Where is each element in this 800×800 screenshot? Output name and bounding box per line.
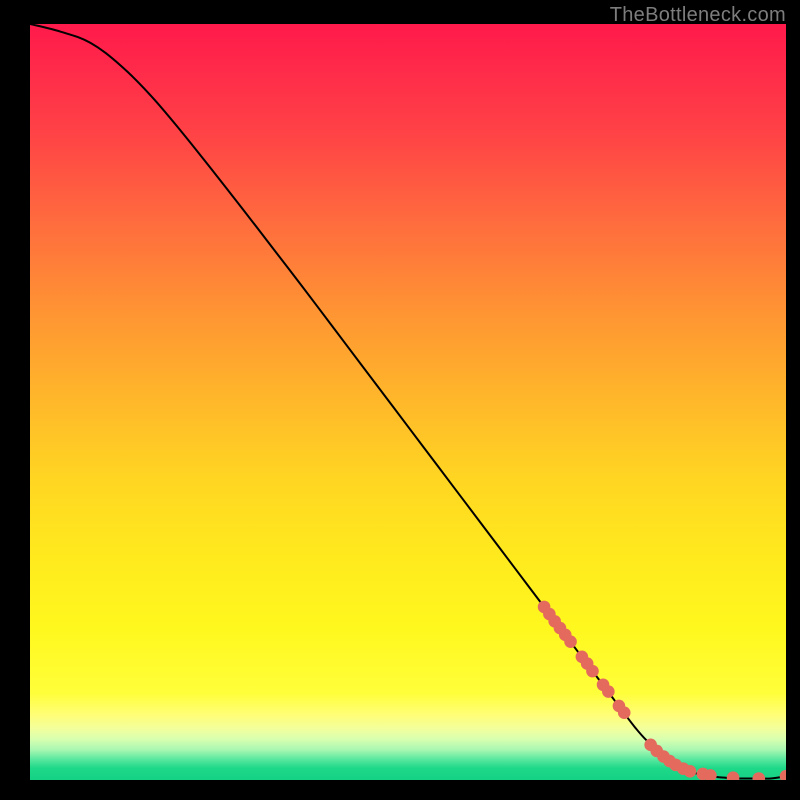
chart-svg bbox=[30, 24, 786, 780]
chart-markers bbox=[538, 601, 786, 780]
curve-path bbox=[30, 24, 786, 779]
data-marker bbox=[780, 770, 786, 780]
data-marker bbox=[727, 771, 740, 780]
chart-stage: TheBottleneck.com bbox=[0, 0, 800, 800]
data-marker bbox=[602, 685, 615, 698]
data-marker bbox=[684, 765, 697, 778]
data-marker bbox=[618, 706, 631, 719]
watermark-text: TheBottleneck.com bbox=[610, 4, 786, 27]
data-marker bbox=[586, 665, 599, 678]
data-marker bbox=[564, 635, 577, 648]
chart-curve bbox=[30, 24, 786, 779]
plot-area bbox=[30, 24, 786, 780]
data-marker bbox=[752, 772, 765, 780]
